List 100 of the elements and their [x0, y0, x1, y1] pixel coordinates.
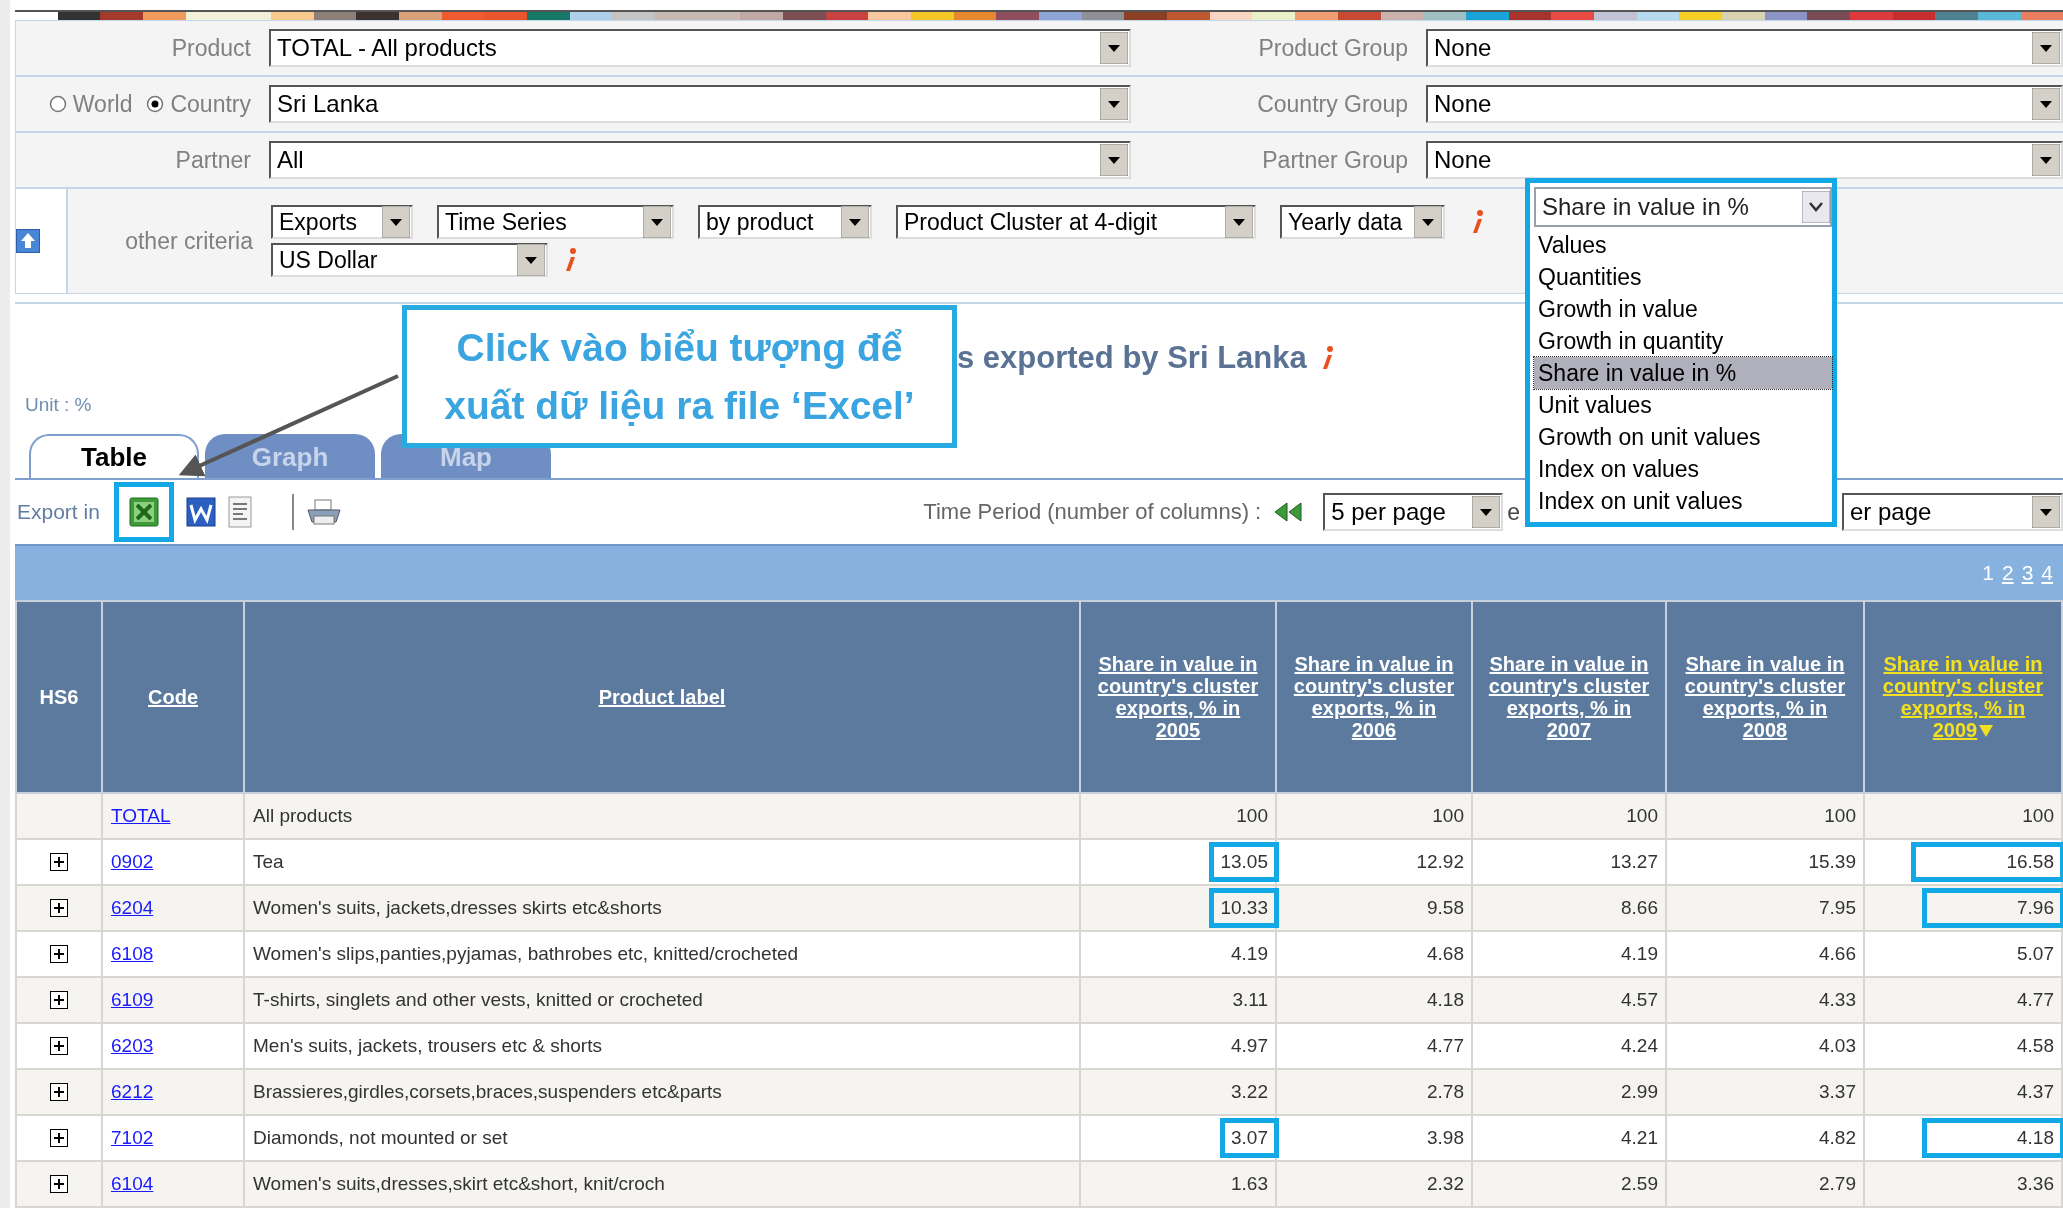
menu-item[interactable]: Growth in quantity — [1534, 325, 1832, 357]
table-cell-text: 4.82 — [1818, 1126, 1857, 1150]
expand-icon[interactable] — [50, 1037, 68, 1055]
code-link[interactable]: 6104 — [111, 1173, 154, 1194]
table-cell: 13.05 — [1209, 842, 1279, 882]
select-field[interactable]: er page — [1842, 493, 2063, 531]
dropdown-arrow-icon[interactable] — [1100, 32, 1128, 64]
product-label: Women's suits, jackets,dresses skirts etc&shorts — [253, 897, 662, 918]
table-cell-text: 4.66 — [1818, 942, 1857, 966]
dropdown-arrow-icon[interactable] — [1100, 88, 1128, 120]
select-field[interactable]: None — [1426, 141, 2063, 179]
dropdown-arrow-icon[interactable] — [2032, 88, 2060, 120]
dropdown-arrow-icon[interactable] — [2032, 144, 2060, 176]
column-header[interactable]: Share in value in country's cluster exports, % in 2005 — [1080, 601, 1276, 793]
dropdown-arrow-icon[interactable] — [1225, 206, 1253, 238]
select-field[interactable]: Share in value in % — [1534, 187, 1832, 227]
product-label: Women's slips,panties,pyjamas, bathrobes etc, knitted/crocheted — [253, 943, 799, 964]
product-label: T-shirts, singlets and other vests, knitted or crocheted — [253, 989, 703, 1010]
select-field[interactable]: Exports — [271, 205, 413, 239]
menu-item[interactable]: Quantities — [1534, 261, 1832, 293]
code-link[interactable]: 6204 — [111, 897, 154, 918]
expand-icon[interactable] — [50, 1083, 68, 1101]
code-link[interactable]: TOTAL — [111, 805, 171, 826]
expand-icon[interactable] — [50, 853, 68, 871]
dropdown-arrow-icon[interactable] — [1414, 206, 1442, 238]
radio-button[interactable]: World — [48, 90, 133, 118]
table-cell-text: 4.33 — [1818, 988, 1857, 1012]
table-cell-text: 3.11 — [1231, 988, 1269, 1012]
printer-icon[interactable] — [305, 498, 342, 526]
code-link[interactable]: 6212 — [111, 1081, 154, 1102]
dropdown-arrow-icon[interactable] — [517, 244, 545, 276]
expand-icon[interactable] — [50, 899, 68, 917]
table-cell-text: 2.79 — [1818, 1172, 1857, 1196]
table-cell: 16.58 — [1911, 842, 2063, 882]
table-cell: 7.96 — [1922, 888, 2063, 928]
column-header[interactable]: Code — [102, 601, 244, 793]
expand-icon[interactable] — [50, 991, 68, 1009]
menu-item[interactable]: Values — [1534, 229, 1832, 261]
product-label: All products — [253, 805, 353, 826]
select-field[interactable]: by product — [698, 205, 872, 239]
select-field[interactable]: All — [269, 141, 1131, 179]
expand-icon[interactable] — [50, 1175, 68, 1193]
select-field[interactable]: None — [1426, 29, 2063, 67]
dropdown-arrow-icon[interactable] — [643, 206, 671, 238]
dropdown-arrow-icon[interactable] — [2032, 496, 2060, 528]
field-label: Partner — [175, 146, 251, 174]
table-cell-text: 4.97 — [1230, 1034, 1269, 1058]
menu-item[interactable]: Index on values — [1534, 453, 1832, 485]
rewind-icon[interactable] — [1273, 501, 1304, 523]
dropdown-arrow-icon[interactable] — [1100, 144, 1128, 176]
dropdown-arrow-icon[interactable] — [1472, 496, 1501, 528]
product-label: Diamonds, not mounted or set — [253, 1127, 508, 1148]
dropdown-arrow-icon[interactable] — [382, 206, 410, 238]
select-field[interactable]: Sri Lanka — [269, 85, 1131, 123]
menu-item[interactable]: Growth on unit values — [1534, 421, 1832, 453]
code-link[interactable]: 6108 — [111, 943, 154, 964]
column-header[interactable]: Product label — [244, 601, 1080, 793]
select-field[interactable]: Yearly data — [1280, 205, 1445, 239]
code-link[interactable]: 0902 — [111, 851, 154, 872]
select-field[interactable]: 5 per page — [1323, 493, 1504, 531]
menu-item[interactable]: Growth in value — [1534, 293, 1832, 325]
spreadsheet-icon[interactable] — [128, 497, 159, 527]
column-header[interactable]: Share in value in country's cluster exports, % in 2007 — [1472, 601, 1666, 793]
code-link[interactable]: 6203 — [111, 1035, 154, 1056]
select-field[interactable]: Product Cluster at 4-digit — [896, 205, 1256, 239]
select-field[interactable]: Time Series — [437, 205, 674, 239]
document-icon[interactable] — [185, 497, 216, 527]
table-cell: 10.33 — [1209, 888, 1279, 928]
column-header[interactable]: Share in value in country's cluster exports, % in 2008 — [1666, 601, 1864, 793]
field-label: Partner Group — [1262, 146, 1408, 174]
table-cell-text: 3.22 — [1230, 1080, 1269, 1104]
sort-icon[interactable] — [1979, 725, 1994, 737]
table-cell-text: 4.77 — [2016, 988, 2055, 1012]
code-link[interactable]: 6109 — [111, 989, 154, 1010]
menu-item[interactable]: Index on unit values — [1534, 485, 1832, 517]
product-label: Men's suits, jackets, trousers etc & shorts — [253, 1035, 602, 1056]
menu-item[interactable]: Unit values — [1534, 389, 1832, 421]
text-file-icon[interactable] — [227, 496, 252, 528]
dropdown-arrow-icon[interactable] — [841, 206, 869, 238]
column-header[interactable]: Share in value in country's cluster exports, % in 2006 — [1276, 601, 1472, 793]
expand-icon[interactable] — [50, 1129, 68, 1147]
select-field[interactable]: US Dollar — [271, 243, 548, 277]
select-field[interactable]: TOTAL - All products — [269, 29, 1131, 67]
table-cell-text: 2.78 — [1426, 1080, 1465, 1104]
tab[interactable]: Table — [29, 434, 199, 478]
table-cell-text: 100 — [2021, 804, 2055, 828]
table-cell-text: 100 — [1823, 804, 1857, 828]
expand-icon[interactable] — [50, 945, 68, 963]
menu-item[interactable]: Share in value in % — [1534, 357, 1832, 389]
rows-label: e — [1507, 498, 1520, 526]
table-cell-text: 2.59 — [1620, 1172, 1659, 1196]
table-cell-text: 3.36 — [2016, 1172, 2055, 1196]
dropdown-arrow-icon[interactable] — [2032, 32, 2060, 64]
select-field[interactable]: None — [1426, 85, 2063, 123]
table-cell-text: 4.24 — [1620, 1034, 1659, 1058]
chevron-down-icon[interactable] — [1802, 191, 1830, 223]
code-link[interactable]: 7102 — [111, 1127, 154, 1148]
table-cell-text: 4.77 — [1426, 1034, 1465, 1058]
product-label: Brassieres,girdles,corsets,braces,suspenders etc&parts — [253, 1081, 722, 1102]
radio-button[interactable]: Country — [146, 90, 251, 118]
